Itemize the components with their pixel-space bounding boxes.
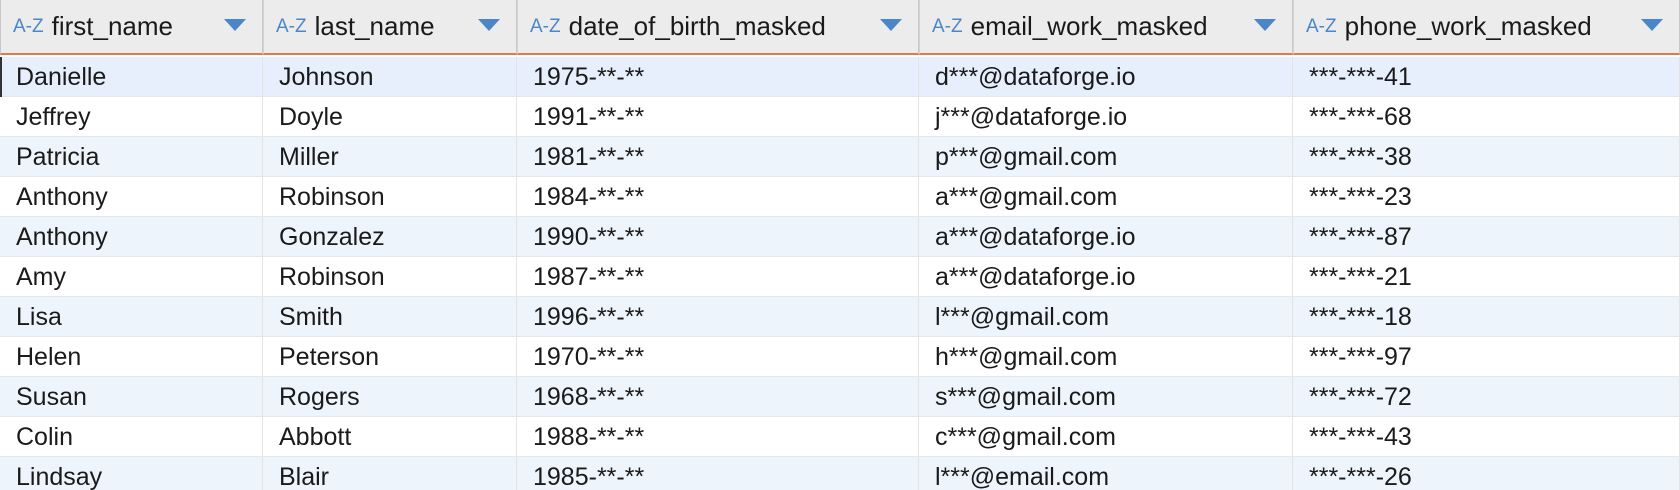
cell-first-name[interactable]: Susan	[0, 377, 263, 417]
text-type-icon: A-Z	[530, 15, 561, 37]
table-row[interactable]: Anthony Robinson 1984-**-** a***@gmail.com *…	[0, 177, 1680, 217]
cell-last-name[interactable]: Abbott	[263, 417, 517, 457]
cell-date-of-birth[interactable]: 1990-**-**	[517, 217, 919, 257]
cell-last-name[interactable]: Miller	[263, 137, 517, 177]
cell-phone-work[interactable]: ***-***-72	[1293, 377, 1680, 417]
table-row[interactable]: Patricia Miller 1981-**-** p***@gmail.com **…	[0, 137, 1680, 177]
cell-email-work[interactable]: a***@gmail.com	[919, 177, 1293, 217]
table-row[interactable]: Susan Rogers 1968-**-** s***@gmail.com ***-*…	[0, 377, 1680, 417]
column-header-email-work-masked[interactable]: A-Z email_work_masked	[919, 0, 1293, 55]
cell-date-of-birth[interactable]: 1975-**-**	[517, 57, 919, 97]
grid-body: Danielle Johnson 1975-**-** d***@dataforge.…	[0, 57, 1680, 490]
cell-last-name[interactable]: Rogers	[263, 377, 517, 417]
cell-email-work[interactable]: h***@gmail.com	[919, 337, 1293, 377]
cell-first-name[interactable]: Amy	[0, 257, 263, 297]
table-row[interactable]: Amy Robinson 1987-**-** a***@dataforge.io **…	[0, 257, 1680, 297]
cell-date-of-birth[interactable]: 1984-**-**	[517, 177, 919, 217]
cell-last-name[interactable]: Robinson	[263, 257, 517, 297]
data-grid: A-Z first_name A-Z last_name A-Z date_of…	[0, 0, 1680, 490]
cell-date-of-birth[interactable]: 1987-**-**	[517, 257, 919, 297]
cell-last-name[interactable]: Doyle	[263, 97, 517, 137]
cell-first-name[interactable]: Lisa	[0, 297, 263, 337]
column-header-label: date_of_birth_masked	[568, 11, 826, 41]
cell-email-work[interactable]: l***@gmail.com	[919, 297, 1293, 337]
text-type-icon: A-Z	[13, 15, 44, 37]
cell-email-work[interactable]: p***@gmail.com	[919, 137, 1293, 177]
column-header-phone-work-masked[interactable]: A-Z phone_work_masked	[1293, 0, 1680, 55]
cell-phone-work[interactable]: ***-***-41	[1293, 57, 1680, 97]
cell-email-work[interactable]: s***@gmail.com	[919, 377, 1293, 417]
table-row[interactable]: Helen Peterson 1970-**-** h***@gmail.com ***…	[0, 337, 1680, 377]
column-header-label: last_name	[314, 11, 435, 41]
cell-date-of-birth[interactable]: 1996-**-**	[517, 297, 919, 337]
cell-first-name[interactable]: Lindsay	[0, 457, 263, 490]
table-row[interactable]: Danielle Johnson 1975-**-** d***@dataforge.…	[0, 57, 1680, 97]
cell-email-work[interactable]: c***@gmail.com	[919, 417, 1293, 457]
cell-last-name[interactable]: Smith	[263, 297, 517, 337]
cell-phone-work[interactable]: ***-***-68	[1293, 97, 1680, 137]
cell-last-name[interactable]: Robinson	[263, 177, 517, 217]
cell-date-of-birth[interactable]: 1988-**-**	[517, 417, 919, 457]
cell-last-name[interactable]: Peterson	[263, 337, 517, 377]
chevron-down-icon[interactable]	[880, 19, 902, 31]
column-header-last-name[interactable]: A-Z last_name	[263, 0, 517, 55]
cell-last-name[interactable]: Gonzalez	[263, 217, 517, 257]
chevron-down-icon[interactable]	[478, 19, 500, 31]
table-row[interactable]: Jeffrey Doyle 1991-**-** j***@dataforge.io *…	[0, 97, 1680, 137]
cell-date-of-birth[interactable]: 1970-**-**	[517, 337, 919, 377]
cell-first-name[interactable]: Colin	[0, 417, 263, 457]
table-row[interactable]: Colin Abbott 1988-**-** c***@gmail.com ***-*…	[0, 417, 1680, 457]
cell-date-of-birth[interactable]: 1985-**-**	[517, 457, 919, 490]
cell-last-name[interactable]: Blair	[263, 457, 517, 490]
cell-phone-work[interactable]: ***-***-87	[1293, 217, 1680, 257]
cell-phone-work[interactable]: ***-***-21	[1293, 257, 1680, 297]
chevron-down-icon[interactable]	[1641, 19, 1663, 31]
cell-date-of-birth[interactable]: 1981-**-**	[517, 137, 919, 177]
cell-email-work[interactable]: d***@dataforge.io	[919, 57, 1293, 97]
text-type-icon: A-Z	[932, 15, 963, 37]
column-header-label: phone_work_masked	[1344, 11, 1592, 41]
cell-phone-work[interactable]: ***-***-23	[1293, 177, 1680, 217]
cell-last-name[interactable]: Johnson	[263, 57, 517, 97]
cell-first-name[interactable]: Jeffrey	[0, 97, 263, 137]
cell-phone-work[interactable]: ***-***-18	[1293, 297, 1680, 337]
cell-email-work[interactable]: l***@email.com	[919, 457, 1293, 490]
cell-email-work[interactable]: a***@dataforge.io	[919, 257, 1293, 297]
column-header-row: A-Z first_name A-Z last_name A-Z date_of…	[0, 0, 1680, 55]
text-type-icon: A-Z	[1306, 15, 1337, 37]
text-type-icon: A-Z	[276, 15, 307, 37]
cell-first-name[interactable]: Patricia	[0, 137, 263, 177]
cell-phone-work[interactable]: ***-***-43	[1293, 417, 1680, 457]
cell-phone-work[interactable]: ***-***-97	[1293, 337, 1680, 377]
chevron-down-icon[interactable]	[224, 19, 246, 31]
cell-email-work[interactable]: j***@dataforge.io	[919, 97, 1293, 137]
cell-phone-work[interactable]: ***-***-38	[1293, 137, 1680, 177]
column-header-date-of-birth-masked[interactable]: A-Z date_of_birth_masked	[517, 0, 919, 55]
table-row[interactable]: Lisa Smith 1996-**-** l***@gmail.com ***-***…	[0, 297, 1680, 337]
cell-first-name[interactable]: Anthony	[0, 177, 263, 217]
chevron-down-icon[interactable]	[1254, 19, 1276, 31]
cell-first-name[interactable]: Anthony	[0, 217, 263, 257]
cell-first-name[interactable]: Danielle	[0, 57, 263, 97]
cell-first-name[interactable]: Helen	[0, 337, 263, 377]
cell-phone-work[interactable]: ***-***-26	[1293, 457, 1680, 490]
column-header-label: email_work_masked	[970, 11, 1208, 41]
column-header-label: first_name	[51, 11, 173, 41]
cell-date-of-birth[interactable]: 1991-**-**	[517, 97, 919, 137]
column-header-first-name[interactable]: A-Z first_name	[0, 0, 263, 55]
table-row[interactable]: Lindsay Blair 1985-**-** l***@email.com ***-…	[0, 457, 1680, 490]
table-row[interactable]: Anthony Gonzalez 1990-**-** a***@dataforge.…	[0, 217, 1680, 257]
cell-date-of-birth[interactable]: 1968-**-**	[517, 377, 919, 417]
cell-email-work[interactable]: a***@dataforge.io	[919, 217, 1293, 257]
